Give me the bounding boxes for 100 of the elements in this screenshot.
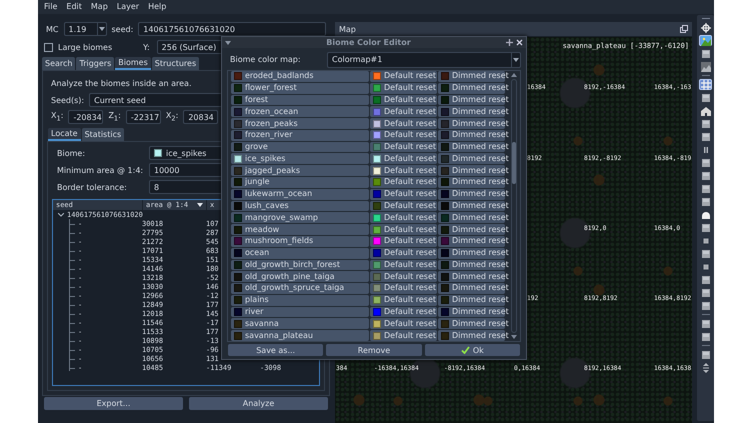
toolbar-button[interactable] <box>699 196 712 207</box>
color-button[interactable]: frozen_ocean <box>231 106 369 118</box>
color-button[interactable]: Default reset <box>370 71 437 82</box>
color-button[interactable]: Default reset <box>370 188 437 200</box>
toolbar-button[interactable] <box>699 183 712 194</box>
color-button[interactable]: Default reset <box>370 248 437 258</box>
coordinate-field[interactable]: 20834 <box>183 110 218 124</box>
menu-item[interactable]: Map <box>90 1 108 13</box>
color-button[interactable]: jungle <box>231 177 369 188</box>
square-icon <box>700 236 710 246</box>
color-button[interactable]: Default reset <box>370 200 437 212</box>
color-button[interactable]: savanna <box>231 318 369 330</box>
tab[interactable]: Locate <box>48 128 81 141</box>
toolbar-button[interactable] <box>699 300 712 311</box>
color-button[interactable]: Default reset <box>370 318 437 330</box>
color-button[interactable]: Default reset <box>370 294 437 306</box>
toolbar-button[interactable] <box>699 274 712 285</box>
block-icon <box>700 158 710 168</box>
color-button[interactable]: mushroom_fields <box>231 236 369 247</box>
seed-field[interactable]: 140617561076631020 <box>138 22 326 36</box>
color-button[interactable]: Default reset <box>370 106 437 118</box>
menu-item[interactable]: Layer <box>116 1 140 13</box>
block-icon <box>700 132 710 142</box>
color-button[interactable]: jagged_peaks <box>231 165 369 176</box>
menu-item[interactable]: File <box>44 1 58 13</box>
combo-value: 1.19 <box>68 24 86 34</box>
coordinate-field[interactable]: -22317 <box>126 110 161 124</box>
color-button[interactable]: Default reset <box>370 271 437 282</box>
coordinate-field[interactable]: -20834 <box>68 110 104 124</box>
color-button[interactable]: Default reset <box>370 283 437 294</box>
toolbar-button[interactable] <box>699 287 712 298</box>
color-button[interactable]: Default reset <box>370 142 437 152</box>
color-button[interactable]: old_growth_pine_taiga <box>231 271 369 282</box>
toolbar-button[interactable] <box>699 318 712 329</box>
color-button[interactable]: lukewarm_ocean <box>231 188 369 200</box>
color-button[interactable]: frozen_river <box>231 130 369 141</box>
toolbar-button[interactable] <box>699 209 712 220</box>
color-button[interactable]: meadow <box>231 224 369 235</box>
tab[interactable]: Biomes <box>115 57 151 70</box>
action-button[interactable]: Export... <box>44 397 183 410</box>
color-button[interactable]: ocean <box>231 248 369 258</box>
menu-item[interactable]: Help <box>148 1 166 13</box>
color-button[interactable]: lush_caves <box>231 200 369 212</box>
house-icon <box>700 106 710 116</box>
toolbar-button[interactable] <box>699 157 712 168</box>
color-button[interactable]: plains <box>231 294 369 306</box>
color-button[interactable]: Default reset <box>370 165 437 176</box>
toolbar-button[interactable] <box>699 222 712 233</box>
toolbar-button[interactable] <box>699 131 712 142</box>
color-button[interactable]: Default reset <box>370 82 437 94</box>
caret-icon <box>513 58 519 62</box>
dialog-button[interactable]: Remove <box>326 344 422 356</box>
color-button[interactable]: Default reset <box>370 236 437 247</box>
tab[interactable]: Statistics <box>82 128 124 141</box>
block-icon <box>700 288 710 298</box>
version-dropdown[interactable]: 1.19 <box>64 22 106 36</box>
tab[interactable]: Triggers <box>76 57 114 70</box>
toolbar-button[interactable] <box>699 331 712 342</box>
color-button[interactable]: Default reset <box>370 177 437 188</box>
checkbox[interactable] <box>44 42 53 52</box>
ok-button[interactable]: Ok <box>424 344 520 356</box>
color-button[interactable]: Default reset <box>370 212 437 224</box>
scrollbar-thumb[interactable] <box>512 142 516 184</box>
toolbar-button[interactable] <box>699 92 712 103</box>
color-button[interactable]: river <box>231 306 369 318</box>
scrollbar[interactable] <box>510 71 518 341</box>
toolbar-button[interactable] <box>699 170 712 181</box>
color-button[interactable]: frozen_peaks <box>231 118 369 129</box>
color-button[interactable]: Default reset <box>370 153 437 164</box>
color-button[interactable]: ice_spikes <box>231 153 369 164</box>
toolbar-button[interactable] <box>699 248 712 259</box>
toolbar-button[interactable] <box>699 48 712 59</box>
tab[interactable]: Search <box>42 57 76 70</box>
color-button[interactable]: Default reset <box>370 118 437 129</box>
toolbar-button[interactable] <box>699 349 712 360</box>
coordinate-label: Z$_{1}$: <box>108 111 121 123</box>
color-button[interactable]: old_growth_spruce_taiga <box>231 283 369 294</box>
color-button[interactable]: flower_forest <box>231 82 369 94</box>
color-button[interactable]: Default reset <box>370 306 437 318</box>
menu-item[interactable]: Edit <box>66 1 82 13</box>
toolbar-button[interactable] <box>699 105 712 116</box>
color-button[interactable]: grove <box>231 142 369 152</box>
action-button[interactable]: Analyze <box>189 397 328 410</box>
dialog-button[interactable]: Save as... <box>228 344 324 356</box>
toolbar-button[interactable] <box>699 118 712 129</box>
color-button[interactable]: Default reset <box>370 224 437 235</box>
tab[interactable]: Structures <box>152 57 200 70</box>
toolbar-button[interactable] <box>699 61 712 72</box>
color-button[interactable]: Default reset <box>370 130 437 141</box>
color-button[interactable]: savanna_plateau <box>231 330 369 341</box>
color-button[interactable]: forest <box>231 94 369 106</box>
color-button[interactable]: Default reset <box>370 260 437 270</box>
toolbar-button[interactable] <box>699 22 712 33</box>
color-button[interactable]: eroded_badlands <box>231 71 369 82</box>
color-button[interactable]: Default reset <box>370 330 437 341</box>
color-button[interactable]: Default reset <box>370 94 437 106</box>
color-button[interactable]: old_growth_birch_forest <box>231 260 369 270</box>
dialog-title: Biome Color Editor <box>325 38 412 47</box>
color-button[interactable]: mangrove_swamp <box>231 212 369 224</box>
color-map-dropdown[interactable]: Colormap#1 <box>327 52 521 68</box>
